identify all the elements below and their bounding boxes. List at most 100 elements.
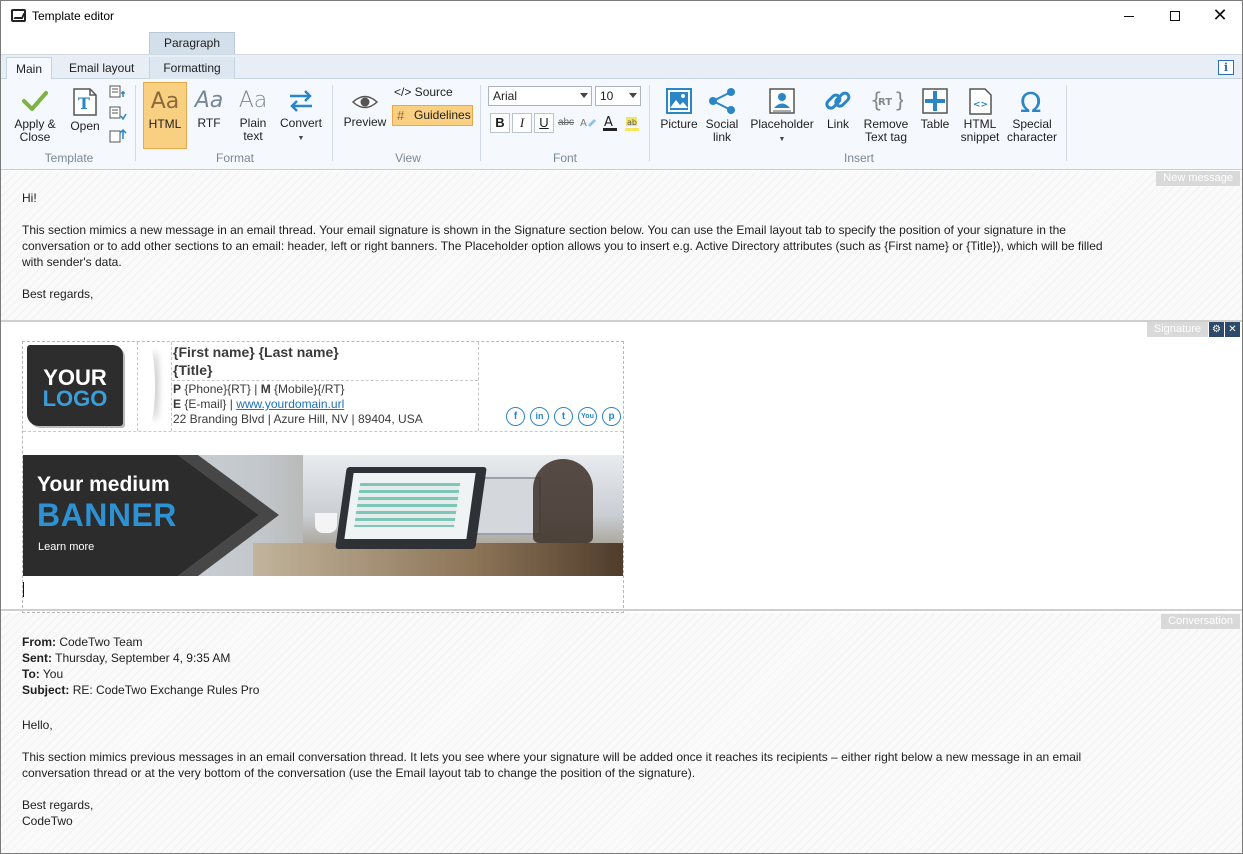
row-separator xyxy=(23,431,623,432)
grid-icon: # xyxy=(397,108,405,123)
separator: | xyxy=(229,397,233,411)
template-small-icon-1[interactable] xyxy=(109,85,127,101)
source-button[interactable]: </> Source xyxy=(394,85,453,99)
title-placeholder: {Title} xyxy=(173,362,213,378)
highlight-icon[interactable]: ab xyxy=(623,114,641,132)
tab-main[interactable]: Main xyxy=(6,57,53,81)
guidelines-button[interactable]: # Guidelines xyxy=(392,105,473,126)
svg-text:ab: ab xyxy=(627,118,637,127)
signature-toolbar: Signature ⚙ ✕ xyxy=(1146,322,1240,337)
plain-label: Plain xyxy=(239,116,267,130)
pinterest-icon[interactable]: p xyxy=(602,407,621,426)
tab-formatting[interactable]: Formatting xyxy=(149,57,235,81)
format-plain-text-button[interactable]: Aa Plain text xyxy=(233,88,273,143)
apply-close-button[interactable]: Apply & Close xyxy=(9,87,61,144)
youtube-icon[interactable]: You xyxy=(578,407,597,426)
insert-special-character-button[interactable]: Ω Special character xyxy=(1005,87,1059,144)
insert-picture-button[interactable]: Picture xyxy=(657,87,701,131)
font-name-select[interactable]: Arial xyxy=(488,86,592,106)
conversation-greeting: Hello, xyxy=(22,718,53,732)
italic-button[interactable]: I xyxy=(512,113,532,133)
medium-banner[interactable]: Your medium BANNER Learn more xyxy=(23,455,623,576)
open-template-icon: T xyxy=(73,88,97,116)
close-button[interactable]: ✕ xyxy=(1197,1,1242,31)
logo-text-logo: LOGO xyxy=(42,386,108,411)
format-group-label: Format xyxy=(215,151,254,165)
new-message-tag: New message xyxy=(1156,171,1240,186)
placeholder-user-icon xyxy=(769,88,795,114)
to-label: To: xyxy=(22,667,40,681)
sent-line: Sent: Thursday, September 4, 9:35 AM xyxy=(22,650,1212,666)
preview-button[interactable]: Preview xyxy=(340,91,390,129)
conversation-body-line: conversation thread or at the very botto… xyxy=(22,766,696,780)
svg-text:A: A xyxy=(580,118,587,129)
clear-format-icon[interactable]: A xyxy=(579,115,597,131)
picture-icon xyxy=(666,88,692,114)
close-icon: ✕ xyxy=(1212,5,1228,26)
minimize-button[interactable] xyxy=(1106,1,1152,31)
full-name-placeholder: {First name} {Last name} xyxy=(173,344,339,360)
format-html-button[interactable]: Aa HTML xyxy=(143,82,187,149)
html-snippet-icon: <> xyxy=(969,88,992,115)
social-label: Social xyxy=(705,117,739,131)
sent-value: Thursday, September 4, 9:35 AM xyxy=(55,651,231,665)
window-title: Template editor xyxy=(32,9,115,23)
template-small-icon-3[interactable] xyxy=(109,127,127,143)
svg-text:Ω: Ω xyxy=(1020,87,1041,115)
bold-button[interactable]: B xyxy=(490,113,510,133)
template-small-icon-2[interactable] xyxy=(109,106,127,122)
link-label: Link xyxy=(826,117,849,131)
insert-link-button[interactable]: Link xyxy=(819,87,857,131)
format-rtf-button[interactable]: Aa RTF xyxy=(191,88,227,130)
strikethrough-button[interactable]: abc xyxy=(556,113,576,133)
settings-gear-icon[interactable]: ⚙ xyxy=(1209,322,1224,337)
info-separator xyxy=(172,380,478,381)
website-link[interactable]: www.yourdomain.url xyxy=(236,397,344,411)
insert-social-link-button[interactable]: Social link xyxy=(703,87,741,144)
signature-section[interactable]: Signature ⚙ ✕ YOUR LOGO {First name} {La… xyxy=(1,322,1242,613)
font-size-select[interactable]: 10 xyxy=(595,86,641,106)
open-button[interactable]: T Open xyxy=(67,87,103,133)
insert-placeholder-button[interactable]: Placeholder ▼ xyxy=(747,87,817,146)
text-label: text xyxy=(243,129,263,143)
checkmark-icon xyxy=(22,91,48,111)
new-message-section[interactable]: New message Hi! This section mimics a ne… xyxy=(1,171,1242,321)
signature-table[interactable]: YOUR LOGO {First name} {Last name} {Titl… xyxy=(22,341,624,613)
remove-signature-close-icon[interactable]: ✕ xyxy=(1225,322,1240,337)
special-label: Special xyxy=(1012,117,1052,131)
insert-table-button[interactable]: Table xyxy=(915,87,955,131)
convert-button[interactable]: Convert ▼ xyxy=(277,88,325,145)
twitter-icon[interactable]: t xyxy=(554,407,573,426)
new-message-body-line: with sender's data. xyxy=(22,255,122,269)
text-tag-label: Text tag xyxy=(864,130,908,144)
maximize-icon xyxy=(1170,11,1180,21)
ribbon: Apply & Close T Open Template Aa HTML Aa… xyxy=(1,79,1242,170)
underline-button[interactable]: U xyxy=(534,113,554,133)
linkedin-icon[interactable]: in xyxy=(530,407,549,426)
mobile-label: M xyxy=(260,382,271,396)
link-label: link xyxy=(712,130,731,144)
info-icon[interactable]: i xyxy=(1218,60,1234,75)
new-message-body-line: This section mimics a new message in an … xyxy=(22,223,1066,237)
banner-learn-more[interactable]: Learn more xyxy=(38,541,94,553)
maximize-button[interactable] xyxy=(1152,1,1198,31)
font-color-icon[interactable]: A xyxy=(601,114,619,132)
conversation-signoff: CodeTwo xyxy=(22,814,73,828)
signature-tag: Signature xyxy=(1146,322,1208,337)
convert-arrows-icon xyxy=(290,90,312,112)
facebook-icon[interactable]: f xyxy=(506,407,525,426)
remove-text-tag-button[interactable]: {RT} Remove Text tag xyxy=(861,87,911,144)
guidelines-label: Guidelines xyxy=(414,108,471,122)
close-label: Close xyxy=(19,130,51,144)
tab-email-layout[interactable]: Email layout xyxy=(60,57,143,81)
insert-html-snippet-button[interactable]: <> HTML snippet xyxy=(957,87,1003,144)
table-icon xyxy=(922,88,948,114)
company-logo[interactable]: YOUR LOGO xyxy=(27,345,123,426)
svg-text:}: } xyxy=(894,88,903,112)
conversation-section[interactable]: Conversation From: CodeTwo Team Sent: Th… xyxy=(1,613,1242,853)
from-line: From: CodeTwo Team xyxy=(22,634,1212,650)
svg-text:A: A xyxy=(604,115,613,130)
conversation-tag: Conversation xyxy=(1161,614,1240,629)
section-divider xyxy=(1,609,1242,611)
group-separator xyxy=(649,85,650,161)
